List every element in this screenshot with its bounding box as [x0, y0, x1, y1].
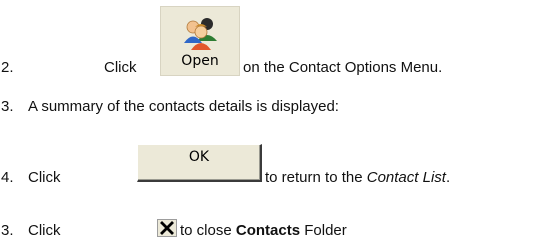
step-number: 2.	[1, 59, 14, 76]
ok-button-label: OK	[188, 149, 210, 165]
step-text: Click	[104, 59, 137, 76]
step-text: to close Contacts Folder	[180, 222, 347, 240]
contact-list-text: Contact List	[366, 169, 446, 186]
x-mark-icon	[160, 221, 174, 235]
step-number: 4.	[1, 169, 14, 186]
text-fragment: .	[445, 169, 451, 186]
step-text: to return to the Contact List.	[265, 169, 450, 187]
open-button-label: Open	[181, 53, 219, 69]
contacts-icon	[184, 18, 217, 50]
step-number: 3.	[1, 98, 14, 115]
text-fragment: to close	[180, 222, 236, 239]
step-text: Click	[28, 169, 61, 186]
text-fragment: Folder	[300, 222, 347, 239]
contacts-text: Contacts	[235, 222, 301, 239]
ok-button[interactable]: OK	[137, 144, 262, 182]
step-number: 3.	[1, 222, 14, 239]
step-text: on the Contact Options Menu.	[243, 59, 443, 76]
open-button[interactable]: Open	[160, 6, 240, 76]
text-fragment: to return to the	[265, 169, 367, 186]
close-icon[interactable]	[157, 219, 177, 237]
step-text: Click	[28, 222, 61, 239]
step-text: A summary of the contacts details is dis…	[28, 98, 339, 115]
